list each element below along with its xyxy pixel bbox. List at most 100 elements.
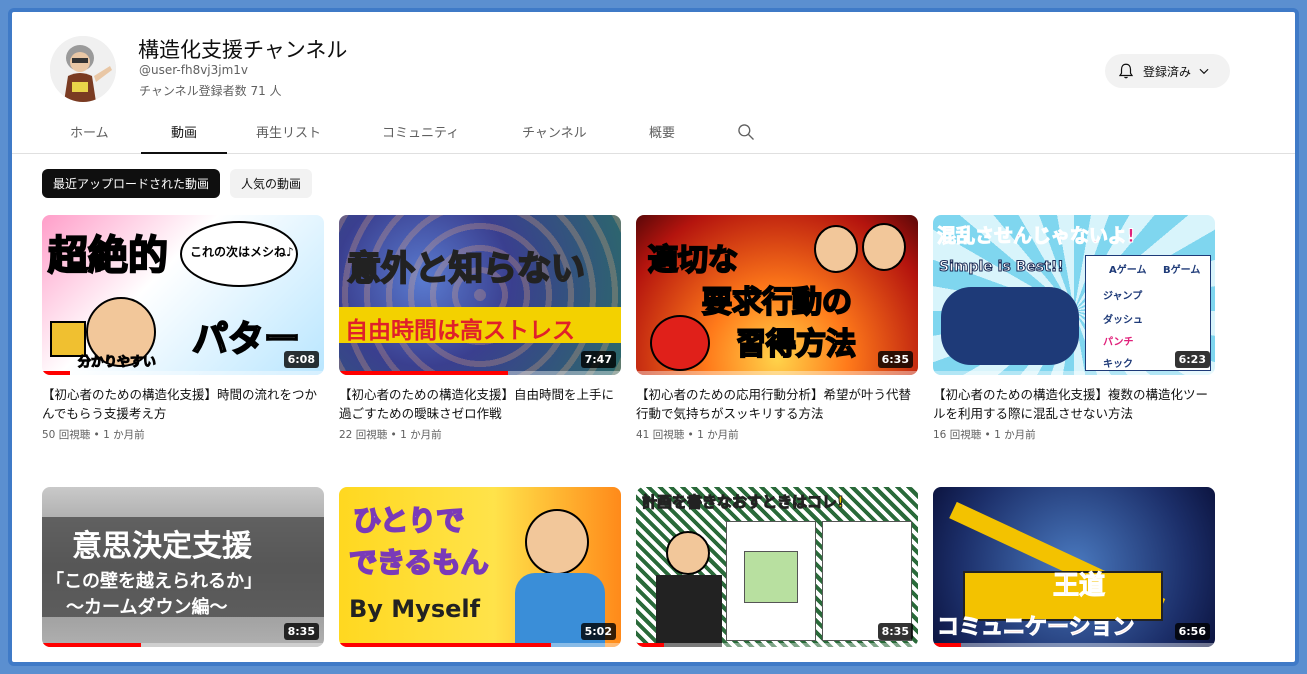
boy-face	[525, 509, 589, 575]
tab-videos[interactable]: 動画	[141, 122, 227, 154]
thumb-text: Aゲーム	[1109, 265, 1147, 276]
watch-progress	[339, 643, 551, 647]
thumb-text: ダッシュ	[1103, 315, 1143, 326]
video-thumbnail[interactable]: 意思決定支援 「この壁を越えられるか」 ～カームダウン編～ 8:35	[42, 487, 324, 647]
video-title[interactable]: 【初心者のための構造化支援】時間の流れをつかんでもらう支援考え方	[42, 385, 324, 423]
subscriber-count: チャンネル登録者数 71 人	[139, 84, 282, 98]
tab-channels[interactable]: チャンネル	[522, 122, 587, 154]
watch-progress	[339, 371, 509, 375]
view-count: 50 回視聴	[42, 429, 91, 441]
video-meta: 50 回視聴 • 1 か月前	[42, 429, 145, 441]
thumb-text: 意思決定支援	[72, 529, 252, 564]
duration-badge: 5:02	[580, 623, 616, 640]
duration-badge: 8:35	[283, 623, 319, 640]
video-title[interactable]: 【初心者のための構造化支援】自由時間を上手に過ごすための曖昧さゼロ作戦	[339, 385, 621, 423]
upload-age: 1 か月前	[400, 429, 442, 441]
video-card[interactable]: 意思決定支援 「この壁を越えられるか」 ～カームダウン編～ 8:35	[42, 487, 324, 647]
video-thumbnail[interactable]: 計画を書きなおすときはコレ! 8:35	[636, 487, 918, 647]
tab-community[interactable]: コミュニティ	[382, 122, 459, 154]
channel-title: 構造化支援チャンネル	[138, 38, 348, 62]
upload-age: 1 か月前	[697, 429, 739, 441]
angry-face	[650, 315, 710, 371]
upload-age: 1 か月前	[103, 429, 145, 441]
video-card[interactable]: 適切な 要求行動の 習得方法 6:35 【初心者のための応用行動分析】希望が叶う…	[636, 215, 918, 442]
channel-handle: @user-fh8vj3jm1v	[139, 63, 249, 77]
person-face	[814, 225, 858, 273]
duration-badge: 7:47	[580, 351, 616, 368]
video-thumbnail[interactable]: 超絶的 これの次はメシね♪ パターン 分かりやすい 6:08	[42, 215, 324, 375]
tab-playlists[interactable]: 再生リスト	[256, 122, 321, 154]
duration-badge: 6:35	[877, 351, 913, 368]
thumb-text: 混乱させんじゃないよ!	[936, 225, 1136, 248]
progress-track	[42, 371, 324, 375]
thumb-text: 分かりやすい	[77, 355, 157, 371]
tab-about[interactable]: 概要	[649, 122, 675, 154]
video-card[interactable]: 計画を書きなおすときはコレ! 8:35	[636, 487, 918, 647]
upload-age: 1 か月前	[994, 429, 1036, 441]
watch-progress	[636, 643, 665, 647]
progress-track	[636, 643, 918, 647]
subscribed-button[interactable]: 登録済み	[1105, 54, 1230, 88]
browser-frame: 構造化支援チャンネル @user-fh8vj3jm1v チャンネル登録者数 71…	[8, 8, 1299, 666]
video-card[interactable]: ひとりで できるもん By Myself 5:02	[339, 487, 621, 647]
thumb-text: パンチ	[1103, 337, 1134, 348]
video-thumbnail[interactable]: 意外と知らない 自由時間は高ストレス 7:47	[339, 215, 621, 375]
video-meta: 41 回視聴 • 1 か月前	[636, 429, 739, 441]
channel-tabs: ホーム 動画 再生リスト コミュニティ チャンネル 概要	[12, 112, 1295, 154]
chip-recent[interactable]: 最近アップロードされた動画	[42, 169, 221, 198]
man-face	[666, 531, 710, 575]
bell-icon	[1118, 63, 1134, 79]
thumb-text: Simple is Best!!	[939, 259, 1065, 276]
watch-progress	[42, 371, 71, 375]
thumb-text: 要求行動の	[701, 284, 853, 321]
thumb-text: これの次はメシね♪	[190, 245, 294, 259]
video-title[interactable]: 【初心者のための応用行動分析】希望が叶う代替行動で気持ちがスッキリする方法	[636, 385, 918, 423]
map-diagram	[744, 551, 798, 603]
thumb-text: 計画を書きなおすときはコレ!	[642, 493, 845, 512]
video-meta: 22 回視聴 • 1 か月前	[339, 429, 442, 441]
thumb-text: 自由時間は高ストレス	[345, 318, 575, 344]
thumb-text: ひとりで	[352, 503, 465, 538]
tab-home[interactable]: ホーム	[70, 122, 109, 154]
video-thumbnail[interactable]: 適切な 要求行動の 習得方法 6:35	[636, 215, 918, 375]
thumb-text: ～カームダウン編～	[66, 597, 228, 618]
clock-pattern	[339, 215, 621, 375]
view-count: 16 回視聴	[933, 429, 982, 441]
chevron-down-icon	[1199, 68, 1209, 75]
video-thumbnail[interactable]: 王道 コミュニケーション 6:56	[933, 487, 1215, 647]
channel-avatar[interactable]	[50, 36, 116, 102]
chip-popular[interactable]: 人気の動画	[230, 169, 313, 198]
progress-track	[933, 371, 1215, 375]
video-card[interactable]: 混乱させんじゃないよ! Simple is Best!! Aゲーム Bゲーム ジ…	[933, 215, 1215, 442]
video-thumbnail[interactable]: ひとりで できるもん By Myself 5:02	[339, 487, 621, 647]
thumb-text: 意外と知らない	[346, 248, 586, 290]
video-card[interactable]: 超絶的 これの次はメシね♪ パターン 分かりやすい 6:08 【初心者のための構…	[42, 215, 324, 442]
duration-badge: 6:08	[283, 351, 319, 368]
thumb-text: By Myself	[349, 595, 481, 623]
duration-badge: 6:56	[1174, 623, 1210, 640]
subscribed-label: 登録済み	[1143, 64, 1192, 79]
search-icon[interactable]	[736, 122, 756, 142]
video-meta: 16 回視聴 • 1 か月前	[933, 429, 1036, 441]
thumb-text: キック	[1103, 359, 1133, 370]
video-card[interactable]: 意外と知らない 自由時間は高ストレス 7:47 【初心者のための構造化支援】自由…	[339, 215, 621, 442]
thumb-text: 超絶的	[47, 232, 169, 280]
channel-header: 構造化支援チャンネル @user-fh8vj3jm1v チャンネル登録者数 71…	[12, 12, 1295, 112]
man-suit	[656, 575, 722, 647]
person-face	[862, 223, 906, 271]
sort-chips: 最近アップロードされた動画 人気の動画	[42, 169, 313, 198]
thumb-text: 適切な	[647, 242, 739, 279]
duration-badge: 8:35	[877, 623, 913, 640]
thumb-text: コミュニケーション	[937, 615, 1136, 641]
watch-progress	[42, 643, 141, 647]
video-card[interactable]: 王道 コミュニケーション 6:56	[933, 487, 1215, 647]
video-title[interactable]: 【初心者のための構造化支援】複数の構造化ツールを利用する際に混乱させない方法	[933, 385, 1215, 423]
view-count: 22 回視聴	[339, 429, 388, 441]
thumb-text: 「この壁を越えられるか」	[46, 571, 262, 592]
video-thumbnail[interactable]: 混乱させんじゃないよ! Simple is Best!! Aゲーム Bゲーム ジ…	[933, 215, 1215, 375]
duration-badge: 6:23	[1174, 351, 1210, 368]
view-count: 41 回視聴	[636, 429, 685, 441]
thumb-text: Bゲーム	[1163, 265, 1201, 276]
progress-track	[636, 371, 918, 375]
progress-track	[933, 643, 1215, 647]
